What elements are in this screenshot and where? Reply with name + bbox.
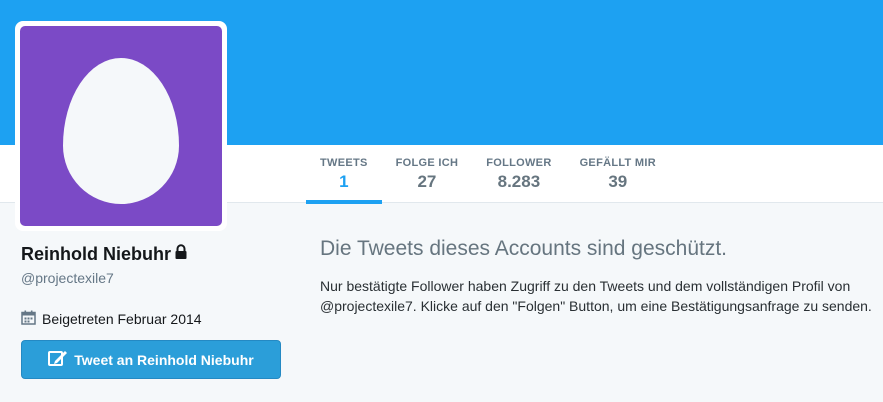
stat-label: FOLLOWER <box>486 157 552 169</box>
stat-label: GEFÄLLT MIR <box>579 157 656 169</box>
protected-account-title: Die Tweets dieses Accounts sind geschütz… <box>320 237 727 260</box>
stat-likes[interactable]: GEFÄLLT MIR 39 <box>566 145 670 203</box>
profile-avatar <box>20 26 222 226</box>
default-egg-avatar-icon <box>63 58 179 204</box>
stat-following[interactable]: FOLGE ICH 27 <box>382 145 473 203</box>
stat-label: TWEETS <box>320 157 368 169</box>
profile-stats: TWEETS 1 FOLGE ICH 27 FOLLOWER 8.283 GEF… <box>306 145 670 204</box>
profile-name: Reinhold Niebuhr <box>21 244 188 265</box>
tweet-button-label: Tweet an Reinhold Niebuhr <box>74 351 254 368</box>
profile-handle[interactable]: @projectexile7 <box>21 270 114 286</box>
stat-value: 8.283 <box>497 172 541 191</box>
profile-avatar-frame[interactable] <box>15 21 227 231</box>
stat-followers[interactable]: FOLLOWER 8.283 <box>472 145 565 203</box>
stat-tweets[interactable]: TWEETS 1 <box>306 145 382 204</box>
lock-icon <box>174 244 188 265</box>
profile-joined-date: Beigetreten Februar 2014 <box>21 310 202 328</box>
calendar-icon <box>21 310 36 328</box>
tweet-compose-icon <box>48 349 68 370</box>
stat-value: 39 <box>608 172 628 191</box>
stat-value: 27 <box>417 172 437 191</box>
tweet-to-user-button[interactable]: Tweet an Reinhold Niebuhr <box>21 340 281 379</box>
protected-account-description: Nur bestätigte Follower haben Zugriff zu… <box>320 278 872 314</box>
stat-value: 1 <box>339 172 349 191</box>
stat-label: FOLGE ICH <box>395 157 459 169</box>
joined-text: Beigetreten Februar 2014 <box>42 311 202 327</box>
profile-name-text[interactable]: Reinhold Niebuhr <box>21 244 171 265</box>
